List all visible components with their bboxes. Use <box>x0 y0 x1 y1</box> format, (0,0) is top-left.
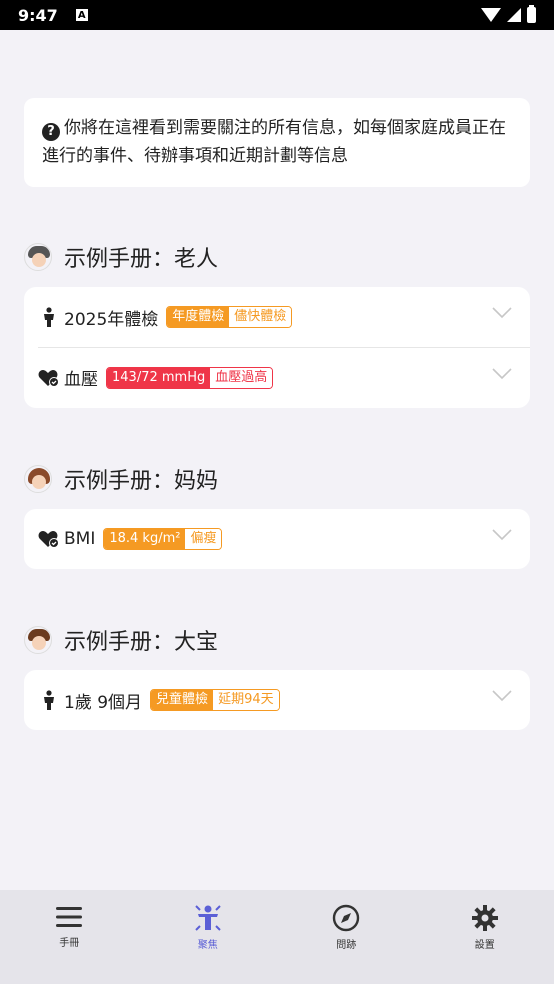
section-card-mom: BMI 18.4 kg/m² 偏瘦 <box>24 509 530 569</box>
status-bar: 9:47 A <box>0 0 554 30</box>
gear-icon <box>471 905 498 931</box>
bottom-tab-bar: 手冊 聚焦 問跡 設置 <box>0 890 554 984</box>
menu-icon <box>56 907 83 927</box>
section-title-child: 示例手册：大宝 <box>24 624 218 656</box>
wifi-icon <box>481 8 501 22</box>
section-title-mom: 示例手册：妈妈 <box>24 463 218 495</box>
section-title-elder: 示例手册：老人 <box>24 241 218 273</box>
heart-check-icon <box>38 528 60 550</box>
section-card-elder: 2025年體檢 年度體檢 儘快體檢 血壓 143/72 mmHg 血壓過高 <box>24 287 530 408</box>
status-badge: 143/72 mmHg 血壓過高 <box>106 366 274 389</box>
tab-explore[interactable]: 問跡 <box>277 904 416 984</box>
status-badge: 兒童體檢 延期94天 <box>150 689 280 711</box>
status-badge: 年度體檢 儘快體檢 <box>166 306 293 328</box>
focus-icon <box>195 905 221 931</box>
avatar-child <box>24 626 52 654</box>
tab-label: 手冊 <box>59 938 80 949</box>
section-title-label: 示例手册：老人 <box>64 247 219 272</box>
person-icon <box>38 689 60 711</box>
person-icon <box>38 306 60 328</box>
row-label: 1歲 9個月 <box>64 692 143 713</box>
tab-settings[interactable]: 設置 <box>416 904 554 984</box>
battery-icon <box>527 5 536 23</box>
chevron-down-icon[interactable] <box>492 690 512 702</box>
tab-label: 問跡 <box>336 940 357 951</box>
tab-handbook[interactable]: 手冊 <box>0 904 139 984</box>
section-title-label: 示例手册：大宝 <box>64 630 219 655</box>
tab-focus[interactable]: 聚焦 <box>139 904 278 984</box>
info-text: 你將在這裡看到需要關注的所有信息，如每個家庭成員正在進行的事件、待辦事項和近期計… <box>42 118 506 166</box>
list-item[interactable]: 2025年體檢 年度體檢 儘快體檢 <box>24 287 530 347</box>
question-icon: ? <box>42 123 60 141</box>
tab-label: 設置 <box>474 940 495 951</box>
list-item[interactable]: 血壓 143/72 mmHg 血壓過高 <box>38 347 530 407</box>
chevron-down-icon[interactable] <box>492 368 512 380</box>
status-time: 9:47 <box>18 5 58 25</box>
section-card-child: 1歲 9個月 兒童體檢 延期94天 <box>24 670 530 730</box>
avatar-mom <box>24 465 52 493</box>
tab-label: 聚焦 <box>197 940 218 951</box>
status-badge: 18.4 kg/m² 偏瘦 <box>103 528 223 550</box>
notification-a-icon: A <box>75 9 88 21</box>
heart-check-icon <box>38 367 60 389</box>
status-indicators <box>481 5 536 23</box>
section-title-label: 示例手册：妈妈 <box>64 469 219 494</box>
list-item[interactable]: 1歲 9個月 兒童體檢 延期94天 <box>24 670 530 730</box>
list-item[interactable]: BMI 18.4 kg/m² 偏瘦 <box>24 509 530 569</box>
row-label: BMI <box>64 529 96 549</box>
chevron-down-icon[interactable] <box>492 529 512 541</box>
info-card: ? 你將在這裡看到需要關注的所有信息，如每個家庭成員正在進行的事件、待辦事項和近期… <box>24 98 530 187</box>
row-label: 2025年體檢 <box>64 309 159 330</box>
row-label: 血壓 <box>64 370 98 390</box>
signal-icon <box>507 8 521 22</box>
compass-icon <box>333 904 360 932</box>
chevron-down-icon[interactable] <box>492 307 512 319</box>
avatar-elder <box>24 243 52 271</box>
